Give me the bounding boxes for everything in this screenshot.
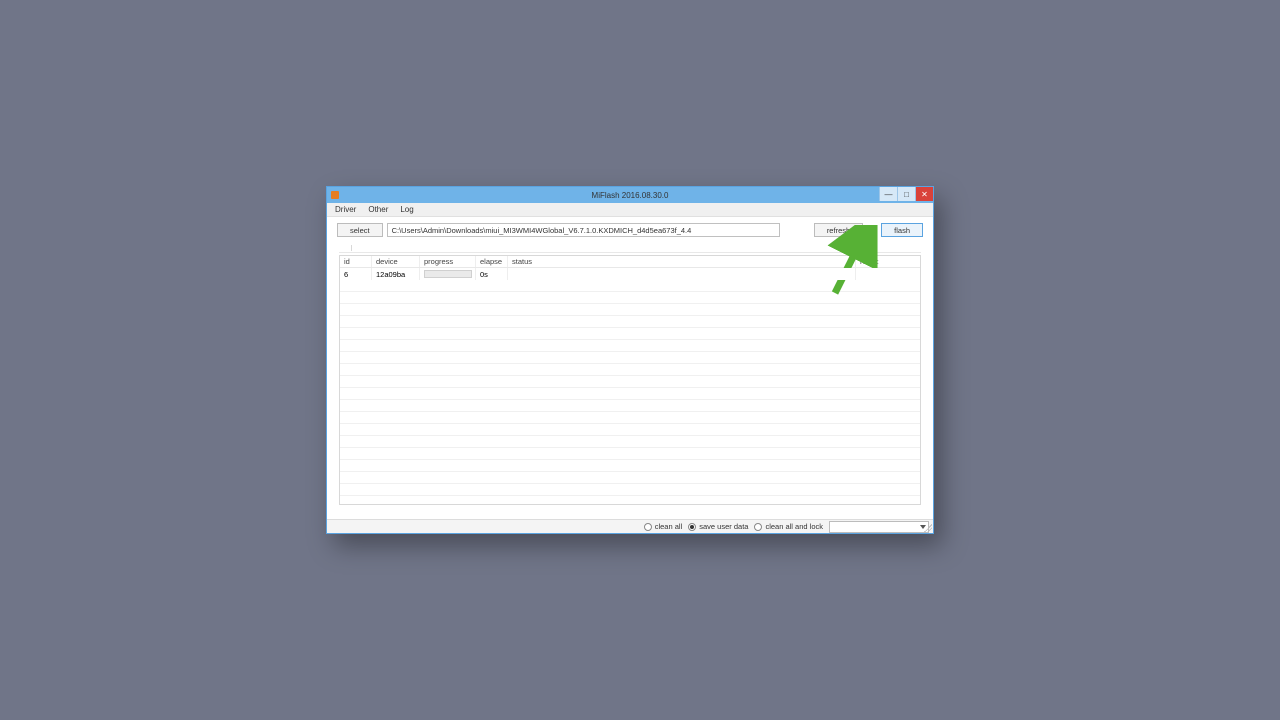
table-body: 6 12a09ba 0s: [340, 268, 920, 504]
cell-result: [856, 268, 920, 280]
cell-elapse: 0s: [476, 268, 508, 280]
table-row[interactable]: 6 12a09ba 0s: [340, 268, 920, 280]
progress-bar: [424, 270, 472, 278]
radio-icon: [644, 523, 652, 531]
radio-label: save user data: [699, 522, 748, 531]
col-header-progress[interactable]: progress: [420, 256, 476, 267]
menubar: Driver Other Log: [327, 203, 933, 217]
refresh-button[interactable]: refresh: [814, 223, 863, 237]
minimize-button[interactable]: —: [879, 187, 897, 201]
radio-clean-all-and-lock[interactable]: clean all and lock: [754, 522, 823, 531]
device-table: id device progress elapse status result …: [339, 255, 921, 505]
titlebar: MiFlash 2016.08.30.0 — □ ✕: [327, 187, 933, 203]
flash-button[interactable]: flash: [881, 223, 923, 237]
table-header: id device progress elapse status result: [340, 256, 920, 268]
app-window: MiFlash 2016.08.30.0 — □ ✕ Driver Other …: [326, 186, 934, 534]
col-header-id[interactable]: id: [340, 256, 372, 267]
close-button[interactable]: ✕: [915, 187, 933, 201]
select-button[interactable]: select: [337, 223, 383, 237]
radio-label: clean all: [655, 522, 683, 531]
resize-grip-icon[interactable]: [924, 524, 932, 532]
radio-icon: [754, 523, 762, 531]
cell-progress: [420, 268, 476, 280]
cell-status: [508, 268, 856, 280]
radio-icon: [688, 523, 696, 531]
radio-clean-all[interactable]: clean all: [644, 522, 683, 531]
menu-other[interactable]: Other: [368, 205, 388, 214]
rom-path-input[interactable]: C:\Users\Admin\Downloads\miui_MI3WMI4WGl…: [387, 223, 780, 237]
col-header-status[interactable]: status: [508, 256, 856, 267]
col-header-elapse[interactable]: elapse: [476, 256, 508, 267]
cell-id: 6: [340, 268, 372, 280]
menu-driver[interactable]: Driver: [335, 205, 356, 214]
col-header-result[interactable]: result: [856, 256, 920, 267]
window-title: MiFlash 2016.08.30.0: [592, 191, 669, 200]
toolbar: select C:\Users\Admin\Downloads\miui_MI3…: [327, 217, 933, 243]
maximize-button[interactable]: □: [897, 187, 915, 201]
app-icon: [331, 191, 339, 199]
cell-device: 12a09ba: [372, 268, 420, 280]
menu-log[interactable]: Log: [400, 205, 413, 214]
window-controls: — □ ✕: [879, 187, 933, 201]
radio-label: clean all and lock: [765, 522, 823, 531]
radio-save-user-data[interactable]: save user data: [688, 522, 748, 531]
mode-combobox[interactable]: [829, 521, 929, 533]
sub-toolbar: [339, 243, 921, 253]
statusbar: clean all save user data clean all and l…: [327, 519, 933, 533]
col-header-device[interactable]: device: [372, 256, 420, 267]
